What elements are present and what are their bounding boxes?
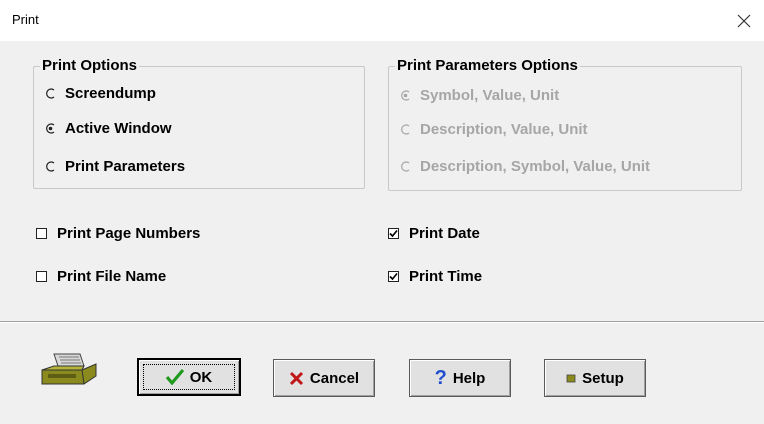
option-description-value-unit[interactable]: Description, Value, Unit [400, 121, 588, 138]
help-button[interactable]: ? Help [409, 359, 511, 397]
print-file-name-label: Print File Name [57, 268, 167, 285]
radio-unselected-icon [46, 88, 55, 99]
ok-button-label: OK [189, 368, 213, 386]
title-bar: Print [0, 0, 764, 41]
radio-selected-icon [46, 123, 55, 134]
separator-highlight [0, 322, 764, 323]
setup-button-label: Setup [582, 369, 624, 387]
option-description-symbol-value-unit[interactable]: Description, Symbol, Value, Unit [400, 158, 650, 175]
print-parameters-options-title: Print Parameters Options [395, 57, 580, 74]
option-description-value-unit-label: Description, Value, Unit [420, 121, 588, 138]
print-page-numbers-label: Print Page Numbers [57, 225, 201, 242]
option-active-window-label: Active Window [65, 120, 172, 137]
print-time-label: Print Time [409, 268, 483, 285]
option-print-parameters-label: Print Parameters [65, 158, 186, 175]
option-print-parameters[interactable]: Print Parameters [45, 158, 185, 175]
close-button[interactable] [724, 0, 764, 41]
question-icon: ? [434, 366, 447, 389]
checkbox-print-page-numbers[interactable]: Print Page Numbers [36, 225, 200, 242]
checkbox-checked-icon [388, 228, 399, 239]
option-screendump[interactable]: Screendump [45, 85, 156, 102]
print-options-title: Print Options [40, 57, 139, 74]
help-button-label: Help [452, 369, 486, 387]
cancel-button[interactable]: Cancel [273, 359, 375, 397]
checkbox-print-date[interactable]: Print Date [388, 225, 480, 242]
option-symbol-value-unit-label: Symbol, Value, Unit [420, 87, 560, 104]
option-screendump-label: Screendump [65, 85, 156, 102]
print-date-label: Print Date [409, 225, 480, 242]
setup-button[interactable]: Setup [544, 359, 646, 397]
checkbox-unchecked-icon [36, 271, 47, 282]
window-title: Print [12, 12, 39, 27]
radio-unselected-icon [46, 161, 55, 172]
close-icon [737, 14, 751, 27]
option-description-symbol-value-unit-label: Description, Symbol, Value, Unit [420, 158, 651, 175]
checkmark-icon [165, 369, 184, 385]
radio-unselected-icon [401, 124, 410, 135]
option-symbol-value-unit[interactable]: Symbol, Value, Unit [400, 87, 559, 104]
ok-button[interactable]: OK [137, 358, 241, 396]
option-active-window[interactable]: Active Window [45, 120, 172, 137]
radio-unselected-icon [401, 161, 410, 172]
x-icon [289, 371, 304, 386]
checkbox-print-time[interactable]: Print Time [388, 268, 482, 285]
checkbox-print-file-name[interactable]: Print File Name [36, 268, 166, 285]
dialog-body: Print Options Screendump Active Window P… [0, 41, 764, 424]
checkbox-checked-icon [388, 271, 399, 282]
radio-selected-icon [401, 90, 410, 101]
checkbox-unchecked-icon [36, 228, 47, 239]
printer-icon [41, 353, 97, 385]
cancel-button-label: Cancel [309, 369, 360, 387]
setup-icon [566, 373, 576, 383]
